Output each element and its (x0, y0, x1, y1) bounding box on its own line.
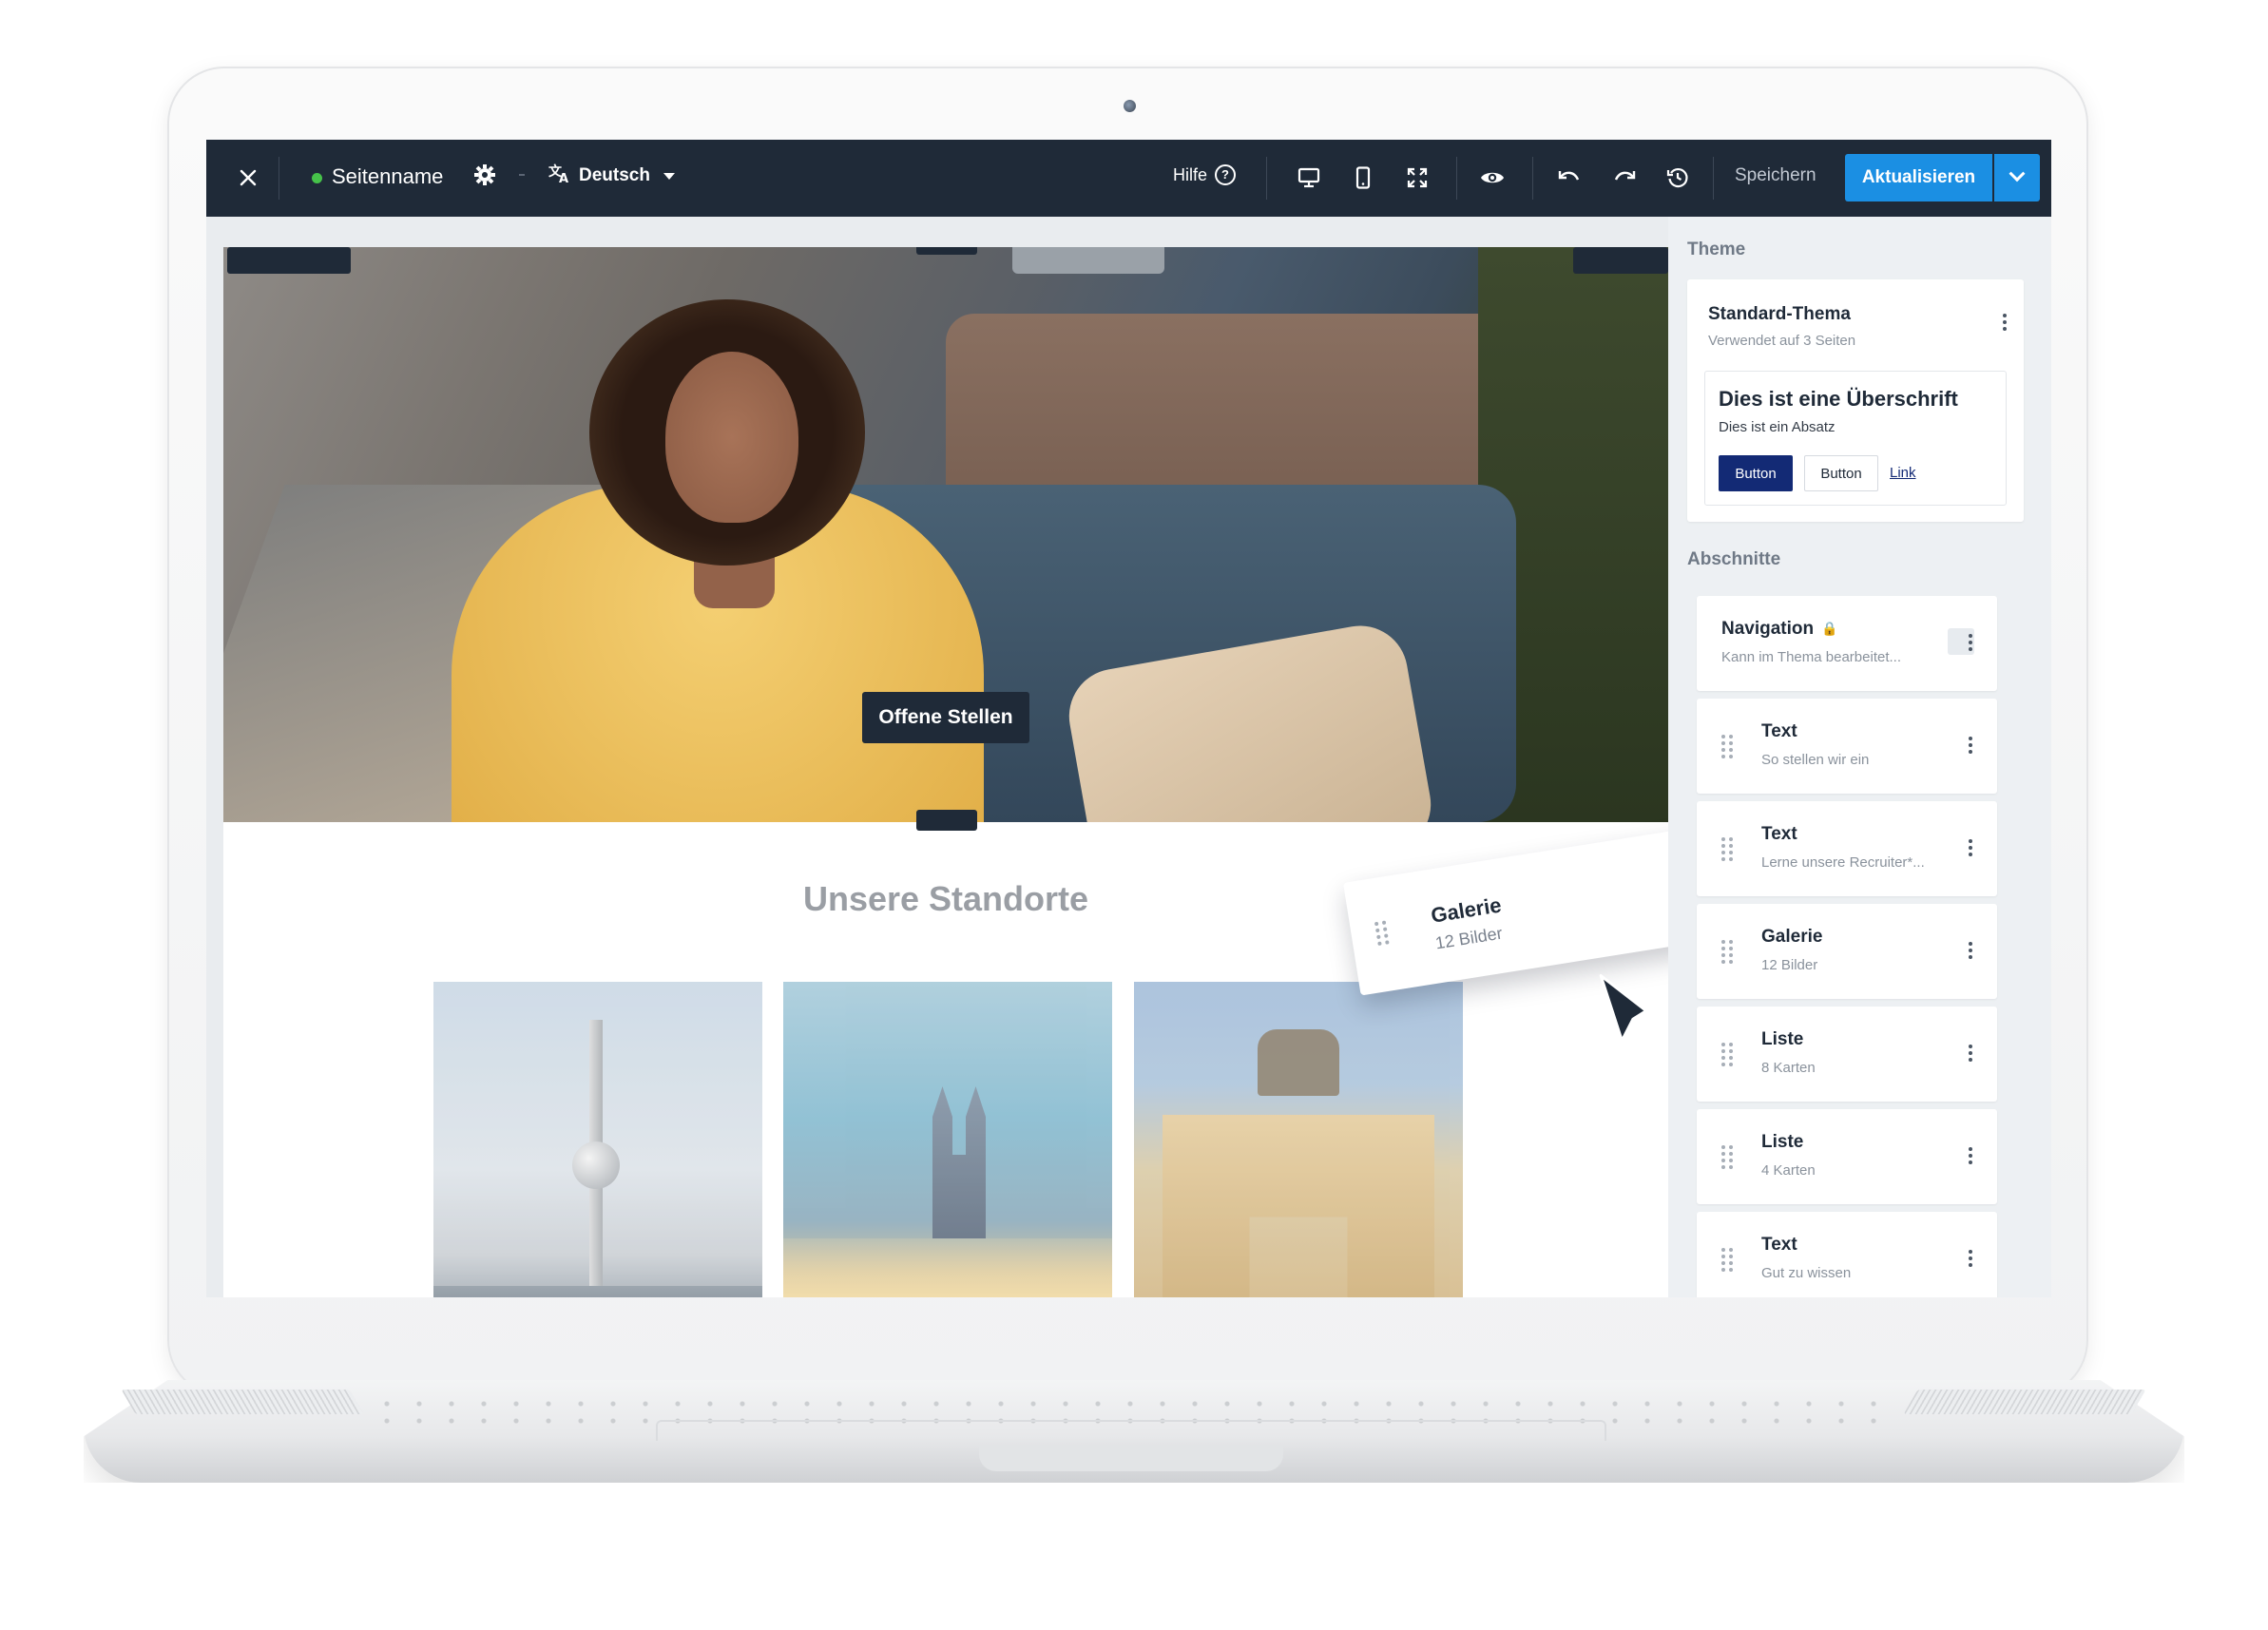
drag-card-subtitle: 12 Bilder (1433, 923, 1504, 953)
theme-usage: Verwendet auf 3 Seiten (1708, 333, 1856, 349)
webcam (1124, 100, 1136, 112)
section-item-title: Navigation 🔒 (1721, 619, 1838, 639)
drag-grip-icon[interactable] (1374, 920, 1390, 947)
section-handle-left[interactable] (227, 247, 351, 274)
help-icon: ? (1215, 164, 1237, 185)
kebab-menu-icon[interactable] (1969, 1045, 1972, 1062)
kebab-menu-icon[interactable] (1969, 1250, 1972, 1267)
trackpad-edge (656, 1420, 1606, 1441)
language-label: Deutsch (579, 165, 650, 185)
toolbar-separator (519, 174, 525, 176)
preview-heading: Dies ist eine Überschrift (1719, 387, 1958, 411)
section-item-title: Galerie (1761, 927, 1823, 947)
editor-toolbar: Seitenname 文A Deutsch Hilfe ? Speichern … (206, 140, 2051, 217)
history-icon[interactable] (1663, 163, 1693, 193)
preview-primary-button: Button (1719, 455, 1793, 491)
section-item-subtitle: 4 Karten (1761, 1162, 1816, 1179)
fullscreen-icon[interactable] (1402, 163, 1432, 193)
drag-grip-icon[interactable] (1721, 1145, 1733, 1169)
toolbar-divider (1456, 157, 1457, 200)
section-resize-handle-bottom[interactable] (916, 810, 977, 831)
drag-grip-icon[interactable] (1721, 735, 1733, 758)
section-item-subtitle: Lerne unsere Recruiter*... (1761, 854, 1925, 871)
theme-heading: Theme (1687, 240, 1746, 259)
toolbar-divider (1266, 157, 1267, 200)
kebab-menu-icon[interactable] (1969, 839, 1972, 856)
section-item-title: Text (1761, 824, 1797, 844)
section-item-title: Text (1761, 1235, 1797, 1255)
section-item-title: Liste (1761, 1029, 1804, 1049)
preview-secondary-button: Button (1804, 455, 1878, 491)
svg-text:A: A (559, 172, 568, 183)
cursor-icon (1596, 965, 1657, 1045)
toolbar-divider (1713, 157, 1714, 200)
preview-paragraph: Dies ist ein Absatz (1719, 419, 1836, 435)
desktop-icon[interactable] (1294, 163, 1324, 193)
help-label: Hilfe (1173, 164, 1208, 184)
drag-grip-icon[interactable] (1721, 1043, 1733, 1066)
sections-heading: Abschnitte (1687, 549, 1781, 569)
translate-icon: 文A (548, 163, 571, 189)
section-item-text[interactable]: Text Gut zu wissen (1697, 1212, 1997, 1297)
kebab-menu-icon[interactable] (1969, 634, 1972, 651)
section-item-title: Liste (1761, 1132, 1804, 1152)
section-item-list[interactable]: Liste 4 Karten (1697, 1109, 1997, 1204)
preview-link: Link (1890, 465, 1916, 481)
close-icon[interactable] (233, 163, 263, 193)
section-item-subtitle: So stellen wir ein (1761, 752, 1870, 768)
sections-list: Navigation 🔒 Kann im Thema bearbeitet... … (1687, 594, 2024, 1297)
theme-preview: Dies ist eine Überschrift Dies ist ein A… (1704, 371, 2007, 506)
help-button[interactable]: Hilfe ? (1173, 164, 1237, 185)
editor-sidebar: Theme Standard-Thema Verwendet auf 3 Sei… (1668, 217, 2051, 1297)
lock-icon: 🔒 (1821, 621, 1838, 637)
drag-grip-icon[interactable] (1721, 940, 1733, 964)
undo-icon[interactable] (1554, 163, 1585, 193)
update-options-button[interactable] (1994, 154, 2040, 201)
status-online-dot (312, 173, 322, 183)
section-item-gallery[interactable]: Galerie 12 Bilder (1697, 904, 1997, 999)
section-item-navigation[interactable]: Navigation 🔒 Kann im Thema bearbeitet... (1697, 596, 1997, 691)
page-name[interactable]: Seitenname (332, 164, 443, 189)
speaker-grille-left (121, 1390, 364, 1414)
kebab-menu-icon[interactable] (1969, 737, 1972, 754)
gallery-image-munich[interactable] (1134, 982, 1463, 1297)
page-canvas: Offene Stellen Unsere Standorte (223, 247, 1668, 1297)
eye-icon[interactable] (1477, 163, 1508, 193)
section-item-text[interactable]: Text So stellen wir ein (1697, 699, 1997, 794)
section-item-subtitle: Gut zu wissen (1761, 1265, 1852, 1281)
section-item-list[interactable]: Liste 8 Karten (1697, 1007, 1997, 1102)
drag-grip-icon[interactable] (1721, 1248, 1733, 1272)
save-button[interactable]: Speichern (1735, 165, 1816, 186)
toolbar-divider (1532, 157, 1533, 200)
open-positions-button[interactable]: Offene Stellen (862, 692, 1029, 743)
lid-notch (979, 1445, 1283, 1471)
gear-icon[interactable] (471, 163, 498, 190)
drag-grip-icon[interactable] (1721, 837, 1733, 861)
screen: Seitenname 文A Deutsch Hilfe ? Speichern … (206, 140, 2051, 1297)
section-item-text[interactable]: Text Lerne unsere Recruiter*... (1697, 801, 1997, 896)
gallery-image-berlin[interactable] (433, 982, 762, 1297)
chevron-down-icon (663, 172, 675, 180)
chevron-down-icon (2009, 165, 2026, 182)
section-resize-handle-top[interactable] (916, 247, 977, 255)
kebab-menu-icon[interactable] (1969, 1147, 1972, 1164)
section-handle-right[interactable] (1573, 247, 1668, 274)
section-item-subtitle: 12 Bilder (1761, 957, 1818, 973)
language-select[interactable]: 文A Deutsch (548, 163, 675, 189)
theme-name: Standard-Thema (1708, 304, 1851, 324)
section-item-title: Text (1761, 721, 1797, 741)
update-button[interactable]: Aktualisieren (1845, 154, 1992, 201)
redo-icon[interactable] (1609, 163, 1640, 193)
mobile-icon[interactable] (1348, 163, 1378, 193)
kebab-menu-icon[interactable] (1969, 942, 1972, 959)
section-item-subtitle: 8 Karten (1761, 1060, 1816, 1076)
section-item-subtitle: Kann im Thema bearbeitet... (1721, 649, 1901, 665)
speaker-grille-right (1903, 1390, 2146, 1414)
gallery-image-cologne[interactable] (783, 982, 1112, 1297)
kebab-menu-icon[interactable] (2003, 314, 2007, 331)
theme-card[interactable]: Standard-Thema Verwendet auf 3 Seiten Di… (1687, 279, 2024, 522)
drag-card-title: Galerie (1429, 892, 1504, 928)
